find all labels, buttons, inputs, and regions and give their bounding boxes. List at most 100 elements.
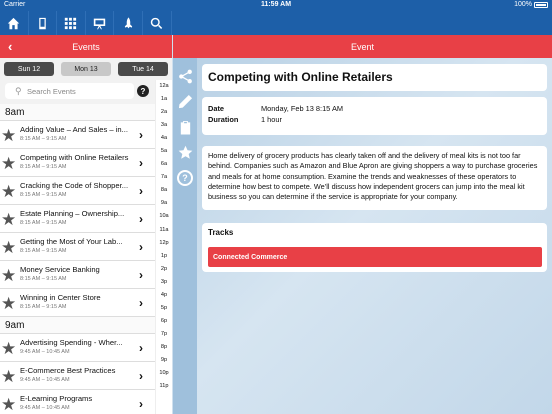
events-title: Events bbox=[72, 41, 100, 52]
list-item[interactable]: ★ E-Learning Programs 9:45 AM – 10:45 AM › bbox=[0, 390, 155, 414]
track-connected-commerce-button[interactable]: Connected Commerce bbox=[208, 247, 542, 267]
event-title-card: Competing with Online Retailers bbox=[202, 64, 547, 91]
event-item-time: 8:15 AM – 9:15 AM bbox=[20, 136, 67, 142]
event-title: Event bbox=[350, 41, 374, 52]
event-item-title: E-Learning Programs bbox=[20, 394, 93, 403]
time-index-item[interactable]: 9p bbox=[156, 354, 172, 367]
chevron-right-icon: › bbox=[139, 369, 143, 383]
pencil-icon[interactable] bbox=[177, 93, 193, 109]
time-index-item[interactable]: 10p bbox=[156, 367, 172, 380]
star-icon[interactable]: ★ bbox=[1, 267, 16, 284]
event-header: Event bbox=[173, 35, 552, 58]
tracks-heading: Tracks bbox=[208, 228, 234, 237]
hour-header: 9am bbox=[0, 317, 155, 334]
event-item-time: 9:45 AM – 10:45 AM bbox=[20, 377, 70, 383]
presentation-icon[interactable] bbox=[86, 11, 115, 35]
time-index-bar[interactable]: 12a 1a 2a 3a 4a 5a 6a 7a 8a 9a 10a 11a 1… bbox=[155, 80, 172, 414]
event-item-title: E-Commerce Best Practices bbox=[20, 366, 116, 375]
list-item[interactable]: ★ Money Service Banking 8:15 AM – 9:15 AM › bbox=[0, 261, 155, 289]
grid-icon[interactable] bbox=[57, 11, 86, 35]
event-item-title: Winning in Center Store bbox=[20, 293, 101, 302]
list-item[interactable]: ★ Adding Value – And Sales – in... 8:15 AM… bbox=[0, 121, 155, 149]
star-icon[interactable]: ★ bbox=[1, 396, 16, 413]
battery-icon bbox=[534, 1, 548, 8]
time-index-item[interactable]: 3p bbox=[156, 276, 172, 289]
list-item[interactable]: ★ Estate Planning – Ownership... 8:15 AM –… bbox=[0, 205, 155, 233]
help-icon[interactable]: ? bbox=[137, 85, 149, 97]
status-bar: Carrier 11:59 AM 100% bbox=[0, 0, 552, 11]
duration-label: Duration bbox=[208, 115, 239, 124]
time-index-item[interactable]: 10a bbox=[156, 210, 172, 223]
tab-mon-13[interactable]: Mon 13 bbox=[61, 62, 111, 76]
time-index-item[interactable]: 1p bbox=[156, 250, 172, 263]
event-description-card: Home delivery of grocery products has cl… bbox=[202, 146, 547, 210]
battery-percent: 100% bbox=[514, 1, 532, 8]
search-row: ⚲ Search Events ? bbox=[0, 80, 172, 104]
search-icon[interactable] bbox=[143, 11, 172, 35]
share-icon[interactable] bbox=[177, 68, 193, 84]
list-item[interactable]: ★ E-Commerce Best Practices 9:45 AM – 10:4… bbox=[0, 362, 155, 390]
time-index-item[interactable]: 5a bbox=[156, 145, 172, 158]
detail-action-bar: ? bbox=[173, 58, 197, 414]
time-index-item[interactable]: 8p bbox=[156, 341, 172, 354]
time-index-item[interactable]: 7p bbox=[156, 328, 172, 341]
chevron-right-icon: › bbox=[139, 156, 143, 170]
star-icon[interactable]: ★ bbox=[1, 295, 16, 312]
time-index-item[interactable]: 8a bbox=[156, 184, 172, 197]
list-item[interactable]: ★ Winning in Center Store 8:15 AM – 9:15 A… bbox=[0, 289, 155, 317]
time-index-item[interactable]: 12a bbox=[156, 80, 172, 93]
tab-tue-14[interactable]: Tue 14 bbox=[118, 62, 168, 76]
help-icon[interactable]: ? bbox=[177, 170, 193, 186]
chevron-right-icon: › bbox=[139, 128, 143, 142]
star-icon[interactable]: ★ bbox=[1, 239, 16, 256]
time-index-item[interactable]: 6p bbox=[156, 315, 172, 328]
time-index-item[interactable]: 3a bbox=[156, 119, 172, 132]
list-item[interactable]: ★ Cracking the Code of Shopper... 8:15 AM … bbox=[0, 177, 155, 205]
phone-icon[interactable] bbox=[29, 11, 58, 35]
time-index-item[interactable]: 4p bbox=[156, 289, 172, 302]
time-index-item[interactable]: 1a bbox=[156, 93, 172, 106]
time-index-item[interactable]: 2a bbox=[156, 106, 172, 119]
rocket-icon[interactable] bbox=[114, 11, 143, 35]
event-item-title: Getting the Most of Your Lab... bbox=[20, 237, 123, 246]
search-input[interactable]: ⚲ Search Events bbox=[5, 83, 134, 99]
time-index-item[interactable]: 5p bbox=[156, 302, 172, 315]
star-icon[interactable]: ★ bbox=[1, 368, 16, 385]
star-icon[interactable] bbox=[177, 144, 193, 160]
date-label: Date bbox=[208, 104, 225, 113]
time-index-item[interactable]: 2p bbox=[156, 263, 172, 276]
time-index-item[interactable]: 9a bbox=[156, 197, 172, 210]
list-item[interactable]: ★ Getting the Most of Your Lab... 8:15 AM … bbox=[0, 233, 155, 261]
event-description: Home delivery of grocery products has cl… bbox=[208, 151, 538, 202]
star-icon[interactable]: ★ bbox=[1, 183, 16, 200]
chevron-right-icon: › bbox=[139, 240, 143, 254]
help-glyph: ? bbox=[177, 170, 193, 186]
star-icon[interactable]: ★ bbox=[1, 211, 16, 228]
event-item-time: 8:15 AM – 9:15 AM bbox=[20, 276, 67, 282]
event-item-time: 8:15 AM – 9:15 AM bbox=[20, 192, 67, 198]
time-index-item[interactable]: 4a bbox=[156, 132, 172, 145]
back-chevron-icon[interactable]: ‹ bbox=[8, 39, 12, 54]
list-item[interactable]: ★ Advertising Spending - Wher... 9:45 AM –… bbox=[0, 334, 155, 362]
time-index-item[interactable]: 6a bbox=[156, 158, 172, 171]
magnifier-icon: ⚲ bbox=[15, 86, 22, 96]
time-index-item[interactable]: 12p bbox=[156, 237, 172, 250]
event-item-title: Money Service Banking bbox=[20, 265, 100, 274]
star-icon[interactable]: ★ bbox=[1, 155, 16, 172]
clipboard-icon[interactable] bbox=[177, 119, 193, 135]
home-icon[interactable] bbox=[0, 11, 29, 35]
list-item[interactable]: ★ Competing with Online Retailers 8:15 AM … bbox=[0, 149, 155, 177]
time-index-item[interactable]: 7a bbox=[156, 171, 172, 184]
event-item-time: 8:15 AM – 9:15 AM bbox=[20, 164, 67, 170]
time-index-item[interactable]: 11p bbox=[156, 380, 172, 393]
time-index-item[interactable]: 11a bbox=[156, 224, 172, 237]
event-list: 8am ★ Adding Value – And Sales – in... 8:1… bbox=[0, 104, 155, 414]
chevron-right-icon: › bbox=[139, 397, 143, 411]
tab-sun-12[interactable]: Sun 12 bbox=[4, 62, 54, 76]
star-icon[interactable]: ★ bbox=[1, 127, 16, 144]
battery-indicator: 100% bbox=[514, 1, 548, 8]
event-item-time: 9:45 AM – 10:45 AM bbox=[20, 349, 70, 355]
hour-header: 8am bbox=[0, 104, 155, 121]
star-icon[interactable]: ★ bbox=[1, 340, 16, 357]
event-item-title: Competing with Online Retailers bbox=[20, 153, 129, 162]
